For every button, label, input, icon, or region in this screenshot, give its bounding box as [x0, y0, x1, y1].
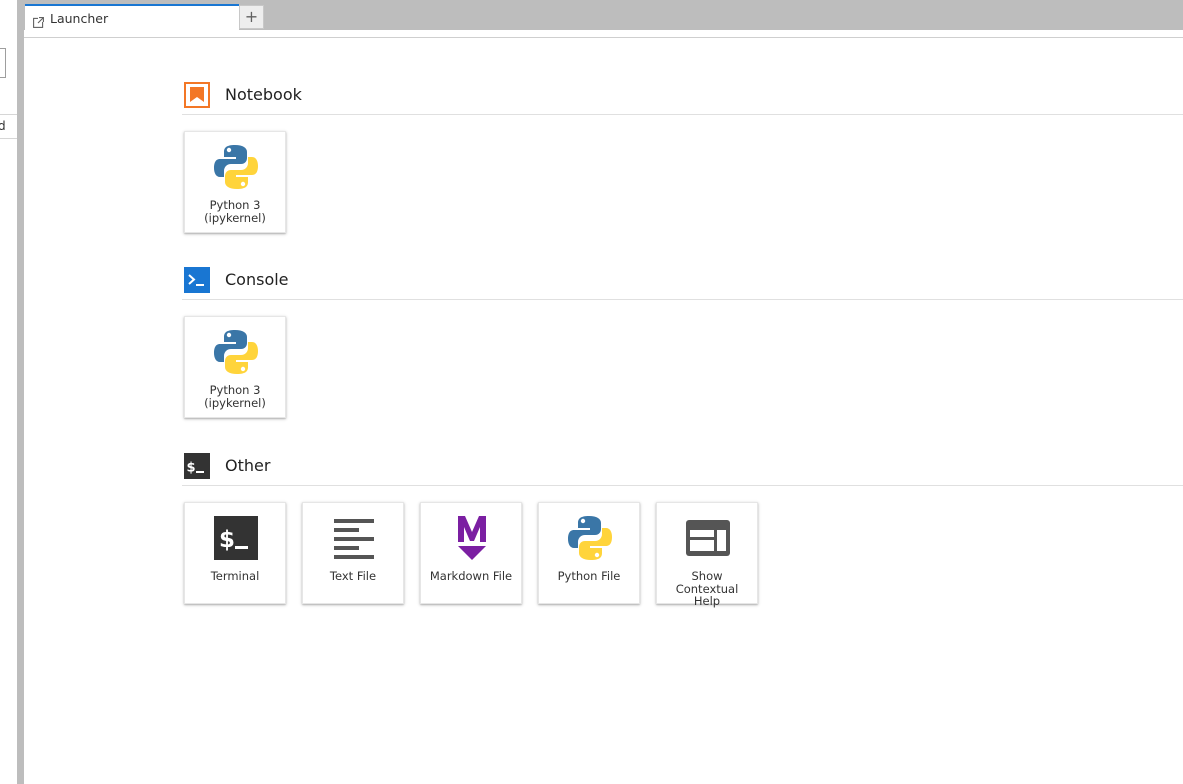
launcher-card-text-file[interactable]: Text File: [302, 502, 404, 604]
panel-splitter[interactable]: [17, 0, 24, 784]
tab-launcher[interactable]: Launcher: [25, 4, 239, 31]
card-label: Terminal: [210, 569, 260, 583]
section-cards: Python 3 (ipykernel): [182, 300, 1183, 418]
other-section: $ Other $ Terminal Text File Markdown Fi…: [182, 446, 1183, 607]
section-title: Other: [225, 456, 271, 475]
sidebar-file-row[interactable]: d: [0, 114, 17, 139]
dock-tab-bar: Launcher +: [24, 0, 1183, 31]
section-header: Console: [182, 260, 1183, 300]
sidebar-file-row-label: d: [0, 119, 6, 133]
notebook-icon: [184, 81, 210, 108]
card-label: Markdown File: [429, 569, 513, 583]
python-logo-icon: [565, 513, 615, 563]
launcher-card-notebook-python3[interactable]: Python 3 (ipykernel): [184, 131, 286, 233]
contextual-help-icon: [683, 513, 733, 563]
launcher-card-terminal[interactable]: $ Terminal: [184, 502, 286, 604]
terminal-icon: $: [211, 513, 261, 563]
launcher-card-contextual-help[interactable]: Show Contextual Help: [656, 502, 758, 607]
section-header: Notebook: [182, 75, 1183, 115]
section-title: Console: [225, 270, 289, 289]
section-title: Notebook: [225, 85, 302, 104]
section-header: $ Other: [182, 446, 1183, 486]
add-tab-button[interactable]: +: [239, 5, 264, 29]
console-icon: [184, 266, 210, 293]
markdown-icon: [447, 513, 497, 563]
section-cards: $ Terminal Text File Markdown File Pytho…: [182, 486, 1183, 607]
launch-icon: [33, 13, 44, 28]
tab-content-divider: [24, 30, 1183, 38]
svg-text:$: $: [187, 460, 196, 475]
tab-label: Launcher: [50, 11, 109, 26]
terminal-section-icon: $: [184, 452, 210, 479]
card-label: Python File: [557, 569, 621, 583]
notebook-section: Notebook Python 3 (ipykernel): [182, 75, 1183, 233]
jupyterlab-window: d Launcher +: [0, 0, 1183, 784]
launcher-panel: Notebook Python 3 (ipykernel) Console Py…: [24, 38, 1183, 784]
launcher-card-markdown-file[interactable]: Markdown File: [420, 502, 522, 604]
card-label: Text File: [329, 569, 377, 583]
svg-text:$: $: [219, 527, 235, 553]
launcher-card-python-file[interactable]: Python File: [538, 502, 640, 604]
sidebar-filter-input[interactable]: [0, 48, 6, 78]
console-section: Console Python 3 (ipykernel): [182, 260, 1183, 418]
python-logo-icon: [211, 327, 261, 377]
section-cards: Python 3 (ipykernel): [182, 115, 1183, 233]
card-label: Python 3 (ipykernel): [204, 198, 266, 225]
python-logo-icon: [211, 142, 261, 192]
text-file-icon: [329, 513, 379, 563]
card-label: Python 3 (ipykernel): [204, 383, 266, 410]
left-sidebar: d: [0, 0, 17, 784]
launcher-card-console-python3[interactable]: Python 3 (ipykernel): [184, 316, 286, 418]
card-label: Show Contextual Help: [675, 569, 739, 608]
